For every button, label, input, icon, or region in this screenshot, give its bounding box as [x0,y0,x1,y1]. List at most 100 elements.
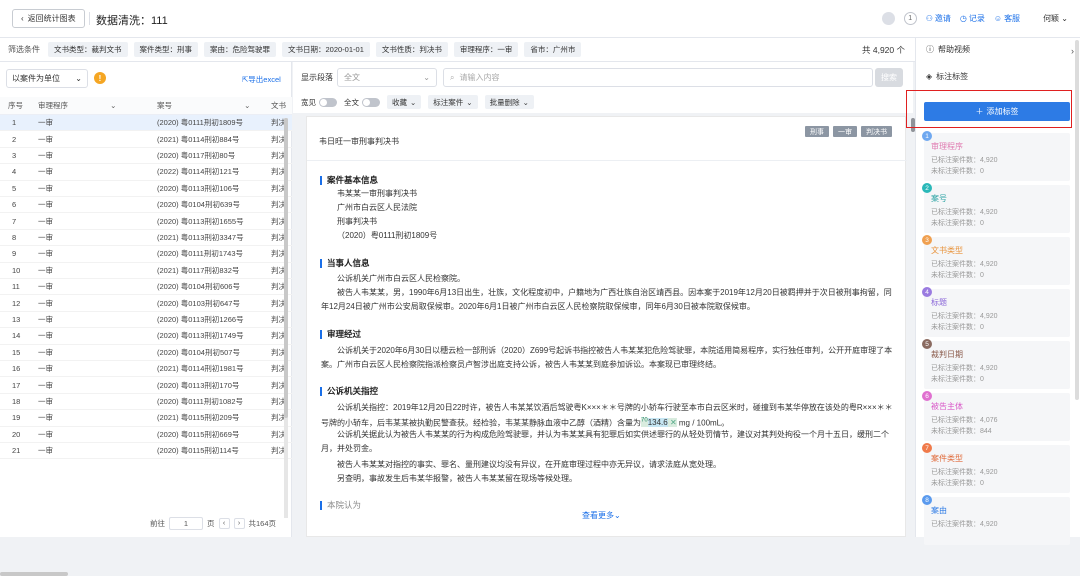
close-icon[interactable]: ✕ [670,418,677,427]
chevron-down-icon: ⌄ [423,73,430,82]
table-row[interactable]: 4 一审 (2022) 粤0114刑初121号 判决 [0,164,292,181]
row-no: 12 [12,298,21,308]
horizontal-scrollbar[interactable] [0,572,68,576]
table-row[interactable]: 9 一审 (2020) 粤0111刑初1743号 判决 [0,246,292,263]
user-menu[interactable]: 何颖 ⌄ [1043,13,1068,24]
table-row[interactable]: 13 一审 (2020) 粤0113刑初1266号 判决 [0,312,292,329]
table-row[interactable]: 3 一审 (2020) 粤0117刑初80号 判决 [0,148,292,165]
row-doc: 判决 [271,118,286,128]
table-row[interactable]: 1 一审 (2020) 粤0111刑初1809号 判决 [0,115,292,132]
fulltext-toggle[interactable]: 全文 [344,97,380,108]
top-bar: ‹ 返回统计图表 数据清洗：111 1 ⚇ 邀请 ◷ 记录 ☺ 客服 何颖 ⌄ [0,0,1080,38]
wide-toggle[interactable]: 宽见 [301,97,337,108]
back-to-chart-button[interactable]: ‹ 返回统计图表 [12,9,85,28]
list-scrollbar[interactable] [284,118,288,418]
row-doc: 判决 [271,429,286,439]
highlight-annotation[interactable]: 70134.6 ✕ [641,418,677,428]
row-case: (2020) 粤0103刑初647号 [157,298,240,308]
row-doc: 判决 [271,364,286,374]
right-scrollbar[interactable] [1075,40,1079,400]
row-proc: 一审 [38,347,53,357]
untagged-count: 未标注案件数：0 [931,324,984,331]
doc-tag: 判决书 [861,126,892,137]
basic-line: 韦某某一审刑事判决书 [337,189,417,198]
tag-number: 7 [922,443,932,453]
collect-dropdown[interactable]: 收藏 ⌄ [387,95,422,109]
basic-line: 广州市白云区人民法院 [337,203,417,212]
table-row[interactable]: 2 一审 (2021) 粤0114刑初884号 判决 [0,131,292,148]
col-header-proc[interactable]: 审理程序 ⌄ [28,100,143,111]
export-excel-link[interactable]: ⇱导出excel [242,74,281,85]
row-case: (2020) 粤0111刑初1743号 [157,249,244,259]
chevron-right-icon[interactable]: › [1071,46,1074,56]
table-row[interactable]: 20 一审 (2020) 粤0115刑初669号 判决 [0,427,292,443]
paragraph-select[interactable]: 全文 ⌄ [337,68,437,87]
table-row[interactable]: 8 一审 (2021) 粤0113刑初3347号 判决 [0,230,292,247]
search-button[interactable]: 搜索 [875,68,903,87]
tag-card[interactable]: 6 被告主体 已标注案件数：4,076 未标注案件数：844 [922,391,1070,441]
service-link[interactable]: ☺ 客服 [994,13,1020,24]
filter-tag[interactable]: 审理程序：一审 [453,42,519,57]
search-input[interactable]: ⌕ 请输入内容 [443,68,873,87]
highlight-frame [906,90,1072,128]
filter-bar: 筛选条件 文书类型：裁判文书 案件类型：刑事 案由：危险驾驶罪 文书日期：202… [0,38,915,62]
filter-tag[interactable]: 案件类型：刑事 [133,42,198,57]
next-page-button[interactable]: › [233,518,245,529]
tag-case-dropdown[interactable]: 标注案件 ⌄ [428,95,478,109]
notice-badge[interactable]: 1 [903,12,917,25]
row-proc: 一审 [38,314,53,324]
tag-card[interactable]: 2 案号 已标注案件数：4,920 未标注案件数：0 [922,183,1070,233]
record-link[interactable]: ◷ 记录 [960,13,985,24]
tag-card[interactable]: 1 审理程序 已标注案件数：4,920 未标注案件数：0 [922,131,1070,181]
row-proc: 一审 [38,249,53,259]
tagged-count: 已标注案件数：4,920 [931,261,998,268]
question-icon: ⓘ [926,45,934,54]
table-row[interactable]: 10 一审 (2021) 粤0117刑初832号 判决 [0,263,292,279]
table-row[interactable]: 14 一审 (2020) 粤0113刑初1749号 判决 [0,328,292,345]
prev-page-button[interactable]: ‹ [218,518,230,529]
help-video-link[interactable]: ⓘ 帮助视频 [926,44,970,55]
see-more-link[interactable]: 查看更多⌄ [582,510,621,521]
table-row[interactable]: 7 一审 (2020) 粤0113刑初1655号 判决 [0,213,292,230]
tag-card[interactable]: 4 标题 已标注案件数：4,920 未标注案件数：0 [922,287,1070,337]
unit-select[interactable]: 以案件为单位 ⌄ [6,69,88,88]
filter-tag[interactable]: 省市：广州市 [524,42,582,57]
untagged-count: 未标注案件数：0 [931,168,984,175]
toggle-switch[interactable] [319,97,337,107]
batch-delete-dropdown[interactable]: 批量删除 ⌄ [484,95,534,109]
row-case: (2020) 粤0104刑初507号 [157,347,240,357]
info-icon[interactable]: ! [94,72,106,84]
page-input[interactable]: 1 [169,517,203,530]
col-header-case[interactable]: 案号 ⌄ [143,100,271,111]
row-no: 20 [12,429,21,439]
tag-name: 案号 [931,194,947,203]
table-row[interactable]: 15 一审 (2020) 粤0104刑初507号 判决 [0,345,292,361]
filter-tag[interactable]: 文书性质：判决书 [375,42,448,57]
table-row[interactable]: 18 一审 (2020) 粤0111刑初1082号 判决 [0,394,292,411]
table-row[interactable]: 6 一审 (2020) 粤0104刑初639号 判决 [0,197,292,214]
table-row[interactable]: 5 一审 (2020) 粤0113刑初106号 判决 [0,181,292,197]
total-pages: 共164页 [248,519,277,528]
table-row[interactable]: 12 一审 (2020) 粤0103刑初647号 判决 [0,295,292,312]
filter-tag[interactable]: 文书日期：2020-01-01 [282,42,370,57]
tag-label-link[interactable]: ◈ 标注标签 [926,71,968,82]
row-proc: 一审 [38,396,53,406]
row-doc: 判决 [271,396,286,406]
invite-link[interactable]: ⚇ 邀请 [926,13,951,24]
row-no: 19 [12,413,21,423]
toggle-switch[interactable] [362,97,380,107]
table-row[interactable]: 21 一审 (2020) 粤0115刑初114号 判决 [0,443,292,460]
tag-card[interactable]: 3 文书类型 已标注案件数：4,920 未标注案件数：0 [922,235,1070,285]
row-doc: 判决 [271,446,286,456]
table-row[interactable]: 11 一审 (2020) 粤0104刑初606号 判决 [0,279,292,296]
table-row[interactable]: 17 一审 (2020) 粤0113刑初170号 判决 [0,377,292,394]
doc-tag: 刑事 [805,126,829,137]
tag-name: 文书类型 [931,246,963,255]
filter-tag[interactable]: 文书类型：裁判文书 [48,42,128,57]
tag-card[interactable]: 5 裁判日期 已标注案件数：4,920 未标注案件数：0 [922,339,1070,389]
filter-tag[interactable]: 案由：危险驾驶罪 [204,42,276,57]
table-row[interactable]: 19 一审 (2021) 粤0115刑初209号 判决 [0,410,292,427]
table-row[interactable]: 16 一审 (2021) 粤0114刑初1981号 判决 [0,361,292,378]
tag-card[interactable]: 7 案件类型 已标注案件数：4,920 未标注案件数：0 [922,443,1070,493]
tag-card[interactable]: 8 案由 已标注案件数：4,920 [922,495,1070,545]
